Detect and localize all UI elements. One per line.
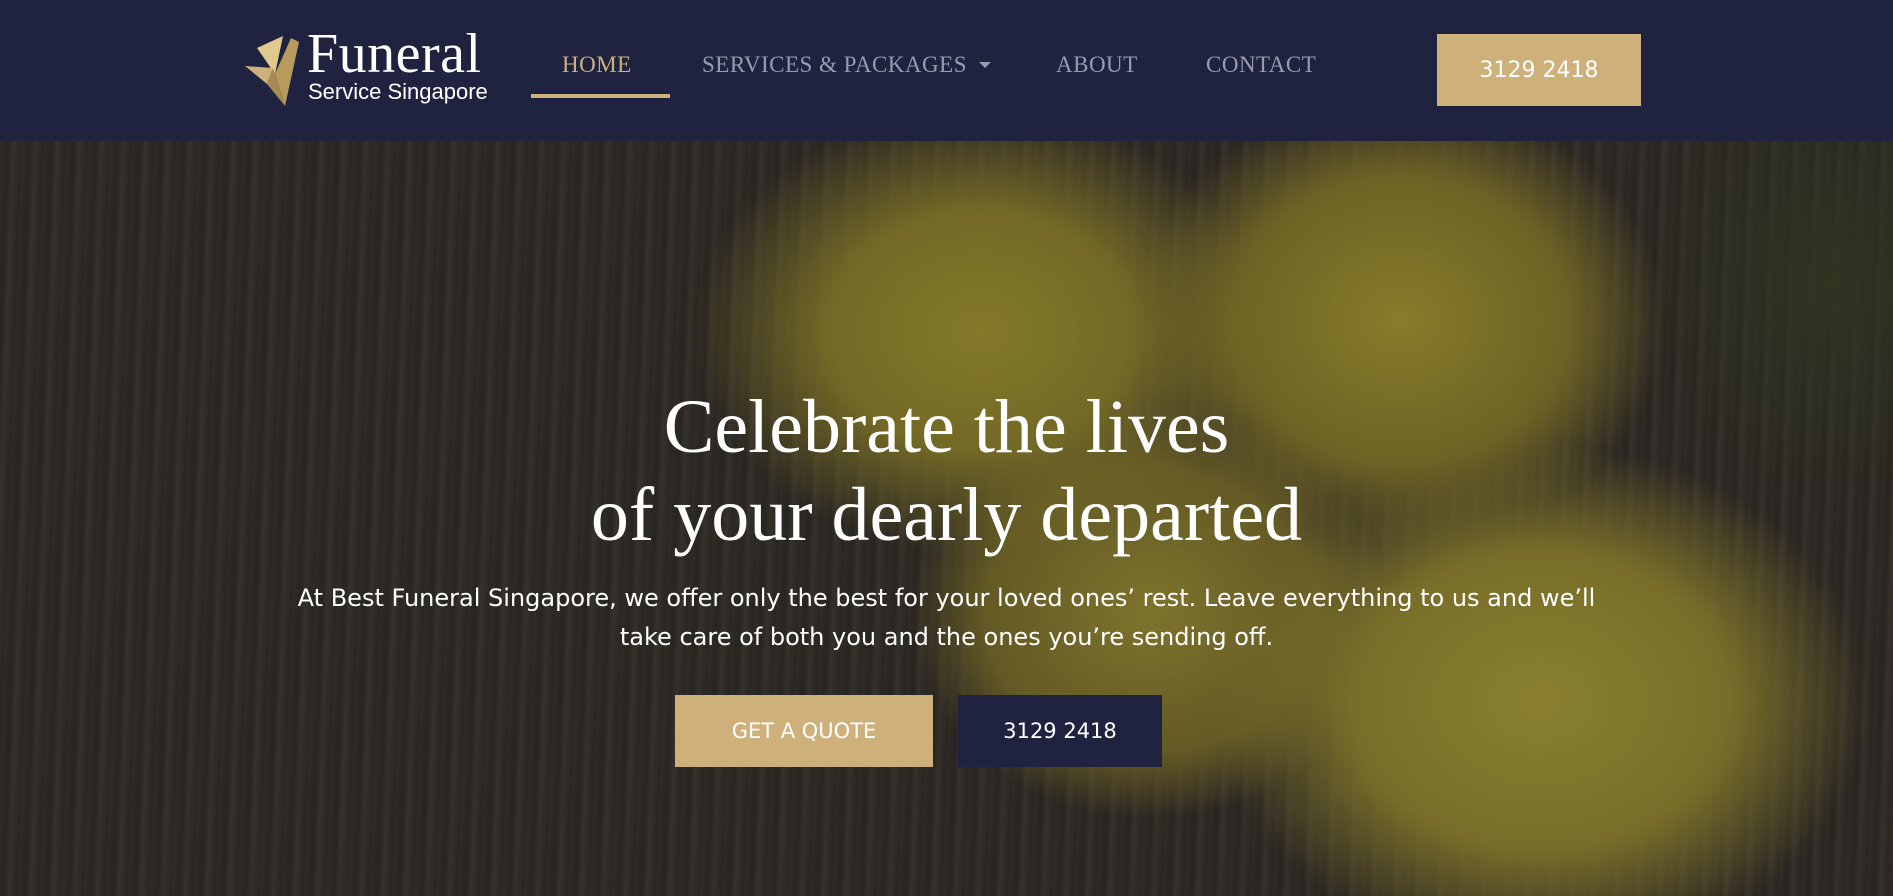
nav-active-indicator (531, 94, 670, 98)
nav-home[interactable]: HOME (562, 52, 632, 84)
hero-phone-button[interactable]: 3129 2418 (958, 695, 1162, 767)
hero-title-line-1: Celebrate the lives (663, 385, 1230, 469)
logo-title: Funeral (307, 23, 482, 85)
nav-about[interactable]: ABOUT (1056, 52, 1138, 84)
hero-title-line-2: of your dearly departed (590, 473, 1303, 557)
nav-services-label: SERVICES & PACKAGES (702, 52, 967, 77)
nav-services[interactable]: SERVICES & PACKAGES (702, 52, 991, 84)
hero-title: Celebrate the lives of your dearly depar… (0, 383, 1893, 559)
caret-down-icon (978, 61, 991, 68)
nav-contact[interactable]: CONTACT (1206, 52, 1316, 84)
get-quote-button[interactable]: GET A QUOTE (675, 695, 933, 767)
hero-section: Celebrate the lives of your dearly depar… (0, 141, 1893, 896)
logo[interactable]: Funeral Service Singapore (245, 23, 510, 110)
site-header: Funeral Service Singapore HOME SERVICES … (0, 0, 1893, 141)
hero-description: At Best Funeral Singapore, we offer only… (240, 579, 1653, 657)
hero-description-line-2: take care of both you and the ones you’r… (619, 623, 1274, 651)
header-phone-button[interactable]: 3129 2418 (1437, 34, 1641, 106)
hero-description-line-1: At Best Funeral Singapore, we offer only… (297, 584, 1596, 612)
logo-subtitle: Service Singapore (308, 79, 488, 104)
origami-crane-icon (245, 36, 299, 106)
